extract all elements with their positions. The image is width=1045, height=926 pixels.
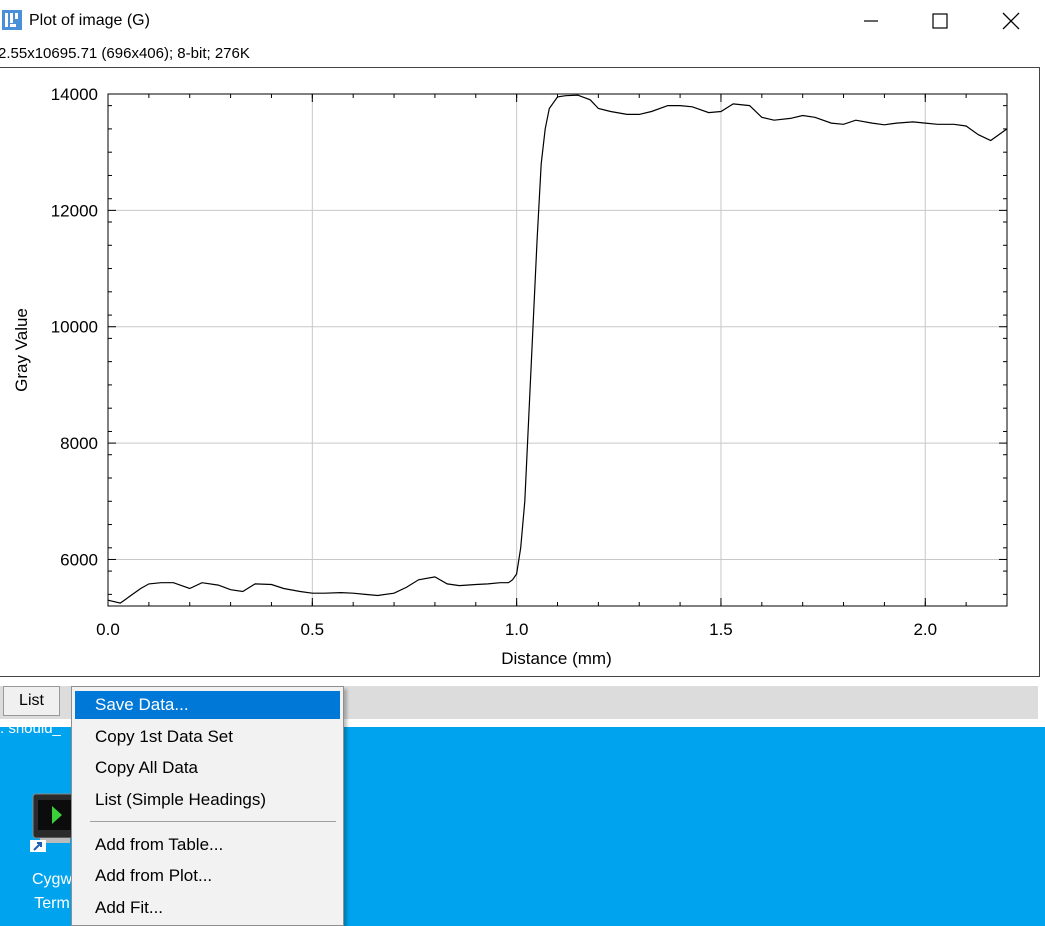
- menu-item-copy-1st-data-set[interactable]: Copy 1st Data Set: [75, 723, 340, 751]
- menu-item-save-data[interactable]: Save Data...: [75, 691, 340, 719]
- menu-item-list-simple-headings[interactable]: List (Simple Headings): [75, 786, 340, 814]
- plot-list-menu: Save Data... Copy 1st Data Set Copy All …: [71, 686, 344, 926]
- menu-item-add-fit[interactable]: Add Fit...: [75, 894, 340, 922]
- y-tick-label: 12000: [51, 201, 98, 220]
- plot-area: [108, 94, 1007, 606]
- menu-item-copy-all-data[interactable]: Copy All Data: [75, 754, 340, 782]
- x-axis-label: Distance (mm): [501, 649, 612, 668]
- x-tick-label: 0.0: [96, 620, 120, 639]
- x-tick-label: 1.0: [505, 620, 529, 639]
- menu-separator: [90, 821, 336, 822]
- x-tick-label: 1.5: [709, 620, 733, 639]
- y-axis-label: Gray Value: [12, 308, 31, 392]
- x-tick-label: 0.5: [300, 620, 324, 639]
- profile-plot[interactable]: 0.0 0.5 1.0 1.5 2.0 6000 8000 10000 12000 14000 D…: [0, 0, 1045, 680]
- background-window-text: . should_: [0, 720, 61, 737]
- menu-item-add-from-table[interactable]: Add from Table...: [75, 831, 340, 859]
- y-tick-label: 10000: [51, 318, 98, 337]
- list-button[interactable]: List: [3, 686, 60, 716]
- menu-item-add-from-plot[interactable]: Add from Plot...: [75, 862, 340, 890]
- y-tick-label: 8000: [60, 434, 98, 453]
- x-tick-label: 2.0: [913, 620, 937, 639]
- y-tick-label: 14000: [51, 85, 98, 104]
- y-tick-label: 6000: [60, 550, 98, 569]
